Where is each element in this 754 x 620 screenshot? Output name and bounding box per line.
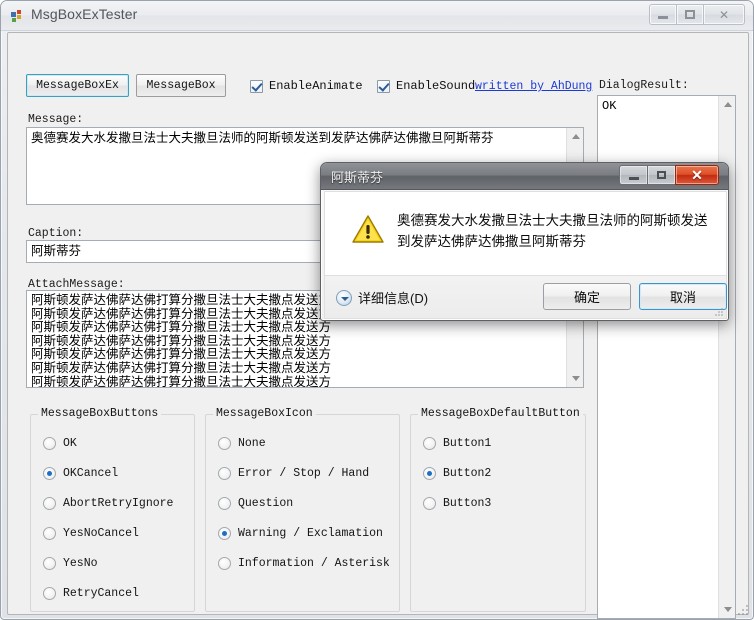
radio-label: OK (63, 437, 77, 450)
radio-label: Error / Stop / Hand (238, 467, 370, 480)
group-messageboxicon: MessageBoxIcon None Error / Stop / Hand … (205, 407, 400, 612)
radio-icon (423, 497, 436, 510)
radio-button3[interactable]: Button3 (423, 497, 491, 510)
radio-label: None (238, 437, 266, 450)
dialog-body: 奥德赛发大水发撒旦法士大夫撒旦法师的阿斯顿发送到发萨达佛萨达佛撒旦阿斯蒂芬 (324, 191, 727, 276)
minimize-button[interactable] (649, 4, 677, 25)
app-icon (11, 10, 21, 22)
minimize-icon (650, 5, 676, 24)
radio-icon-question[interactable]: Question (218, 497, 293, 510)
dialog-close-button[interactable]: ✕ (675, 165, 719, 185)
resize-grip[interactable] (737, 604, 749, 616)
message-input-value: 奥德赛发大水发撒旦法士大夫撒旦法师的阿斯顿发送到发萨达佛萨达佛撒旦阿斯蒂芬 (31, 131, 494, 145)
enable-sound-checkbox[interactable]: EnableSound (377, 79, 475, 93)
warning-icon (352, 215, 384, 243)
radio-icon-error[interactable]: Error / Stop / Hand (218, 467, 369, 480)
dialog-footer: 详细信息(D) 确定 取消 (324, 276, 727, 319)
radio-button2[interactable]: Button2 (423, 467, 491, 480)
radio-label: RetryCancel (63, 587, 139, 600)
radio-label: AbortRetryIgnore (63, 497, 174, 510)
radio-icon (43, 527, 56, 540)
close-icon: ✕ (718, 7, 730, 22)
checkbox-icon (250, 79, 263, 93)
group-title: MessageBoxButtons (38, 407, 162, 420)
dialogresult-label: DialogResult: (599, 79, 689, 92)
scroll-down-icon[interactable] (567, 370, 583, 387)
dialog-cancel-button[interactable]: 取消 (639, 283, 727, 310)
radio-label: Button2 (443, 467, 492, 480)
dialog-title: 阿斯蒂芬 (331, 170, 384, 185)
caption-label: Caption: (28, 227, 84, 240)
radio-icon (423, 467, 436, 480)
enable-animate-checkbox[interactable]: EnableAnimate (250, 79, 363, 93)
group-title: MessageBoxIcon (213, 407, 316, 420)
checkbox-icon (377, 79, 390, 93)
dialogresult-value: OK (602, 99, 617, 113)
radio-label: OKCancel (63, 467, 119, 480)
group-title: MessageBoxDefaultButton (418, 407, 583, 420)
radio-icon (423, 437, 436, 450)
maximize-button[interactable] (676, 4, 704, 25)
radio-abortretryignore[interactable]: AbortRetryIgnore (43, 497, 173, 510)
radio-label: YesNoCancel (63, 527, 139, 540)
dialog-maximize-button[interactable] (647, 165, 676, 185)
radio-icon-warning[interactable]: Warning / Exclamation (218, 527, 383, 540)
radio-icon-none[interactable]: None (218, 437, 266, 450)
enable-sound-label: EnableSound (396, 79, 476, 93)
messageboxex-button[interactable]: MessageBoxEx (26, 74, 129, 97)
dialog-details-label: 详细信息(D) (358, 291, 429, 306)
dialog-resize-grip[interactable] (714, 307, 724, 317)
radio-button1[interactable]: Button1 (423, 437, 491, 450)
radio-label: Information / Asterisk (238, 557, 390, 570)
dialog-ok-button[interactable]: 确定 (543, 283, 631, 310)
dialog-message: 奥德赛发大水发撒旦法士大夫撒旦法师的阿斯顿发送到发萨达佛萨达佛撒旦阿斯蒂芬 (397, 213, 708, 249)
radio-yesno[interactable]: YesNo (43, 557, 98, 570)
dialog-minimize-button[interactable] (619, 165, 648, 185)
scroll-up-icon[interactable] (719, 96, 735, 113)
radio-ok[interactable]: OK (43, 437, 77, 450)
radio-label: Question (238, 497, 294, 510)
radio-icon (218, 557, 231, 570)
scroll-up-icon[interactable] (567, 128, 583, 145)
close-button[interactable]: ✕ (703, 4, 745, 25)
minimize-icon (628, 171, 639, 180)
author-link[interactable]: written by AhDung (475, 80, 592, 93)
radio-icon (218, 497, 231, 510)
radio-icon-information[interactable]: Information / Asterisk (218, 557, 390, 570)
group-messageboxbuttons: MessageBoxButtons OK OKCancel AbortRetry… (30, 407, 195, 612)
radio-icon (43, 557, 56, 570)
radio-label: YesNo (63, 557, 98, 570)
main-titlebar[interactable]: MsgBoxExTester ✕ (1, 1, 753, 31)
enable-animate-label: EnableAnimate (269, 79, 363, 93)
radio-label: Button1 (443, 437, 492, 450)
dialog-details-toggle[interactable]: 详细信息(D) (336, 288, 428, 307)
maximize-icon (657, 171, 666, 179)
radio-icon (43, 587, 56, 600)
chevron-down-icon (336, 289, 352, 306)
radio-icon (43, 497, 56, 510)
message-label: Message: (28, 113, 84, 126)
maximize-icon (677, 5, 703, 24)
close-icon: ✕ (691, 167, 703, 183)
client-area: MessageBoxEx MessageBox EnableAnimate En… (7, 32, 749, 619)
message-dialog: 阿斯蒂芬 ✕ 奥德赛发大水发撒旦法士大夫撒旦法师的阿斯顿发送到发萨达佛萨达佛撒旦… (320, 162, 729, 321)
radio-icon (218, 437, 231, 450)
radio-retrycancel[interactable]: RetryCancel (43, 587, 139, 600)
radio-label: Warning / Exclamation (238, 527, 383, 540)
group-messageboxdefaultbutton: MessageBoxDefaultButton Button1 Button2 … (410, 407, 586, 612)
radio-yesnocancel[interactable]: YesNoCancel (43, 527, 139, 540)
messagebox-button[interactable]: MessageBox (136, 74, 226, 97)
dialog-titlebar[interactable]: 阿斯蒂芬 ✕ (321, 163, 728, 190)
radio-label: Button3 (443, 497, 492, 510)
window-title: MsgBoxExTester (31, 6, 138, 22)
radio-icon (218, 527, 231, 540)
scroll-down-icon[interactable] (719, 601, 735, 618)
radio-okcancel[interactable]: OKCancel (43, 467, 118, 480)
radio-icon (43, 467, 56, 480)
radio-icon (218, 467, 231, 480)
radio-icon (43, 437, 56, 450)
